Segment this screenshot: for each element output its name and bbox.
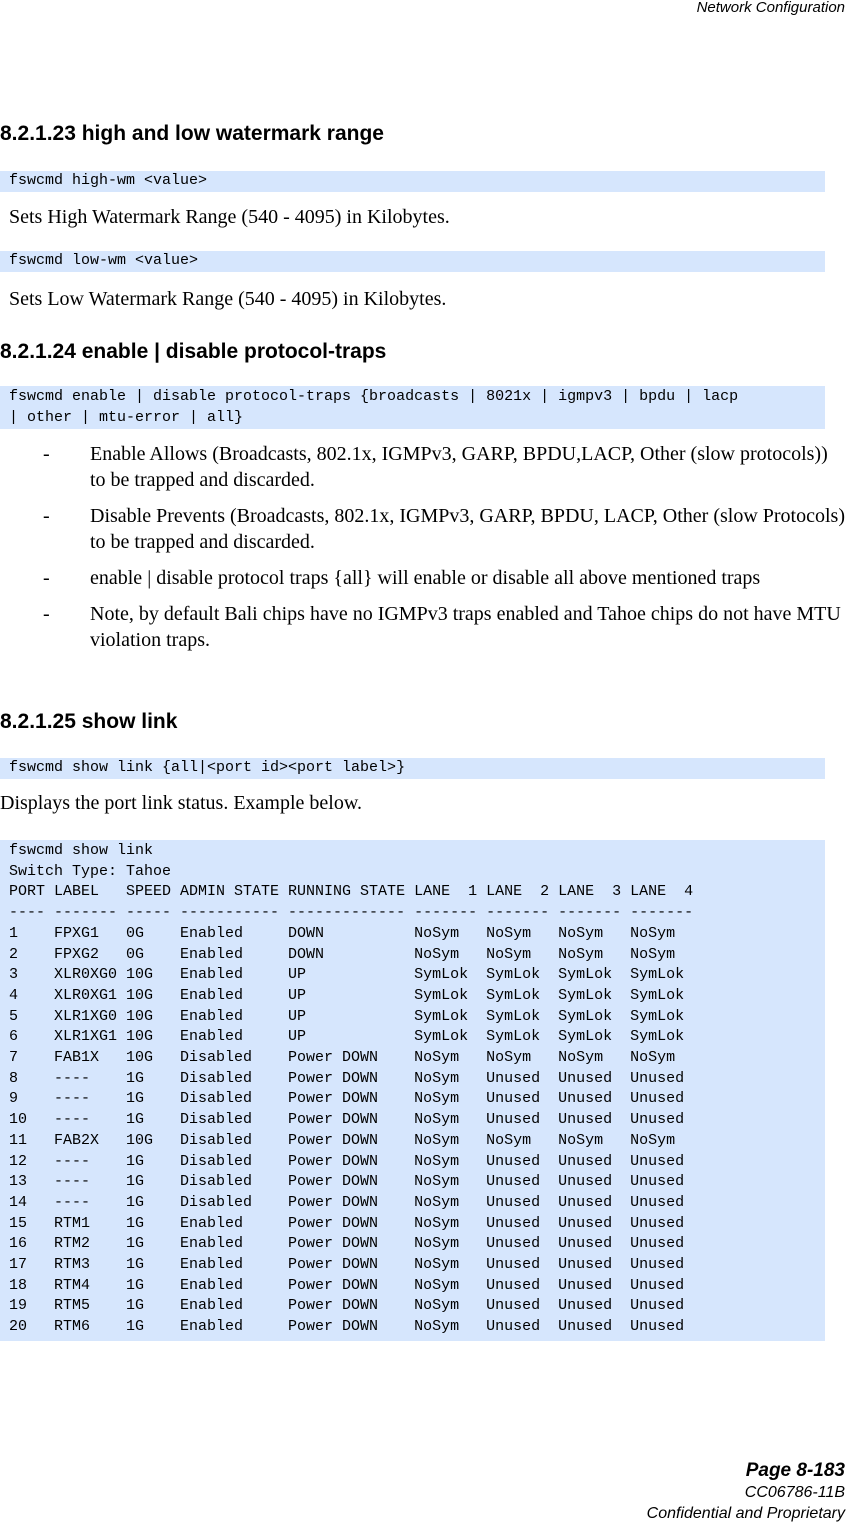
table-row: 13 ---- 1G Disabled Power DOWN NoSym Unu… xyxy=(9,1173,685,1191)
table-row: 2 FPXG2 0G Enabled DOWN NoSym NoSym NoSy… xyxy=(9,945,676,963)
bullet-text: enable | disable protocol traps {all} wi… xyxy=(90,567,761,589)
table-row: 3 XLR0XG0 10G Enabled UP SymLok SymLok S… xyxy=(9,966,685,984)
protocol-traps-bullets: - Enable Allows (Broadcasts, 802.1x, IGMP… xyxy=(0,441,847,663)
page-number: Page 8-183 xyxy=(745,1460,845,1481)
code-line: | other | mtu-error | all} xyxy=(9,408,244,426)
list-item: - Note, by default Bali chips have no IGM… xyxy=(0,601,847,653)
code-high-wm: fswcmd high-wm <value> xyxy=(0,171,825,192)
section-heading-protocol-traps: 8.2.1.24 enable | disable protocol-traps xyxy=(0,340,387,363)
list-item: - Enable Allows (Broadcasts, 802.1x, IGMP… xyxy=(0,441,847,493)
running-header: Network Configuration xyxy=(696,0,845,16)
table-row: 8 ---- 1G Disabled Power DOWN NoSym Unus… xyxy=(9,1069,685,1087)
table-row: 19 RTM5 1G Enabled Power DOWN NoSym Unus… xyxy=(9,1297,685,1315)
bullet-text: Enable Allows (Broadcasts, 802.1x, IGMPv… xyxy=(90,443,828,491)
bullet-text: Note, by default Bali chips have no IGMP… xyxy=(90,603,841,651)
show-link-example-output: fswcmd show link Switch Type: Tahoe PORT L… xyxy=(0,840,825,1341)
bullet-dash: - xyxy=(43,567,50,589)
bullet-text: Disable Prevents (Broadcasts, 802.1x, IG… xyxy=(90,505,845,553)
table-row: 6 XLR1XG1 10G Enabled UP SymLok SymLok S… xyxy=(9,1028,685,1046)
example-command: fswcmd show link xyxy=(9,842,154,859)
table-row: 1 FPXG1 0G Enabled DOWN NoSym NoSym NoSy… xyxy=(9,924,676,942)
bullet-dash: - xyxy=(43,443,50,465)
confidentiality-notice: Confidential and Proprietary xyxy=(646,1505,845,1522)
example-header-row: PORT LABEL SPEED ADMIN STATE RUNNING STA… xyxy=(9,883,694,901)
example-switch-type: Switch Type: Tahoe xyxy=(9,862,172,880)
desc-show-link: Displays the port link status. Example b… xyxy=(0,792,362,814)
document-id: CC06786-11B xyxy=(744,1484,845,1501)
table-row: 4 XLR0XG1 10G Enabled UP SymLok SymLok S… xyxy=(9,986,685,1004)
code-show-link: fswcmd show link {all|<port id><port lab… xyxy=(0,758,825,779)
list-item: - enable | disable protocol traps {all} w… xyxy=(0,565,847,591)
table-row: 7 FAB1X 10G Disabled Power DOWN NoSym No… xyxy=(9,1049,676,1067)
desc-low-wm: Sets Low Watermark Range (540 - 4095) in… xyxy=(9,288,447,310)
code-line: fswcmd enable | disable protocol-traps {… xyxy=(9,388,739,405)
example-separator-row: ---- ------- ----- ----------- ---------… xyxy=(9,904,694,922)
bullet-dash: - xyxy=(43,505,50,527)
section-heading-show-link: 8.2.1.25 show link xyxy=(0,710,178,733)
table-row: 5 XLR1XG0 10G Enabled UP SymLok SymLok S… xyxy=(9,1007,685,1025)
table-row: 18 RTM4 1G Enabled Power DOWN NoSym Unus… xyxy=(9,1276,685,1294)
table-row: 9 ---- 1G Disabled Power DOWN NoSym Unus… xyxy=(9,1090,685,1108)
code-protocol-traps: fswcmd enable | disable protocol-traps {… xyxy=(0,386,825,430)
table-row: 12 ---- 1G Disabled Power DOWN NoSym Unu… xyxy=(9,1152,685,1170)
table-row: 10 ---- 1G Disabled Power DOWN NoSym Unu… xyxy=(9,1111,685,1129)
section-heading-watermark: 8.2.1.23 high and low watermark range xyxy=(0,122,384,145)
table-row: 11 FAB2X 10G Disabled Power DOWN NoSym N… xyxy=(9,1131,676,1149)
table-row: 20 RTM6 1G Enabled Power DOWN NoSym Unus… xyxy=(9,1318,685,1336)
table-row: 16 RTM2 1G Enabled Power DOWN NoSym Unus… xyxy=(9,1235,685,1253)
code-low-wm: fswcmd low-wm <value> xyxy=(0,251,825,272)
table-row: 14 ---- 1G Disabled Power DOWN NoSym Unu… xyxy=(9,1193,685,1211)
desc-high-wm: Sets High Watermark Range (540 - 4095) i… xyxy=(9,206,450,228)
example-rows: 1 FPXG1 0G Enabled DOWN NoSym NoSym NoSy… xyxy=(9,924,825,1338)
table-row: 17 RTM3 1G Enabled Power DOWN NoSym Unus… xyxy=(9,1256,685,1274)
bullet-dash: - xyxy=(43,603,50,625)
list-item: - Disable Prevents (Broadcasts, 802.1x, I… xyxy=(0,503,847,555)
table-row: 15 RTM1 1G Enabled Power DOWN NoSym Unus… xyxy=(9,1214,685,1232)
